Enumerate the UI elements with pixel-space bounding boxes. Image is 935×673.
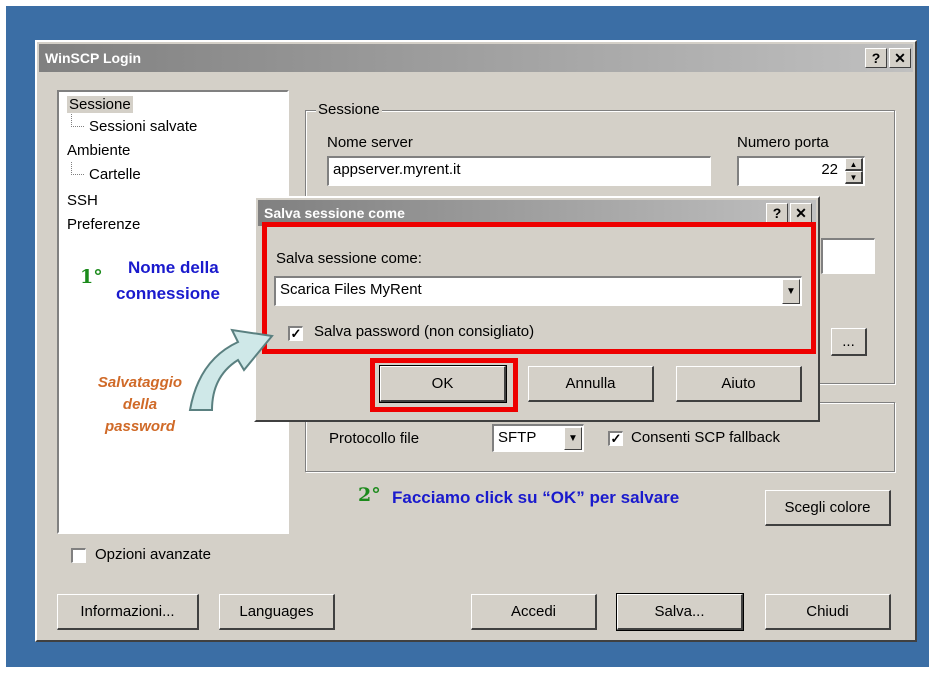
step1-text-line1: Nome della (128, 258, 219, 277)
save-password-checkbox[interactable]: ✓ (288, 326, 303, 341)
tree-item-preferenze[interactable]: Preferenze (67, 216, 140, 233)
step1-text-line2: connessione (116, 284, 220, 303)
close-dialog-button[interactable]: Chiudi (765, 594, 891, 630)
step2-number: 2° (358, 484, 381, 506)
protocol-select[interactable]: SFTP ▼ (492, 424, 584, 452)
close-button[interactable]: ✕ (889, 48, 911, 68)
protocol-label: Protocollo file (329, 430, 420, 447)
step2-text: Facciamo click su “OK” per salvare (392, 488, 680, 507)
server-label: Nome server (327, 134, 413, 151)
info-button[interactable]: Informazioni... (57, 594, 199, 630)
choose-color-button[interactable]: Scegli colore (765, 490, 891, 526)
help-dialog-button[interactable]: Aiuto (676, 366, 802, 402)
help-button[interactable]: ? (865, 48, 887, 68)
tree-item-ambiente[interactable]: Ambiente (67, 142, 130, 159)
ok-button[interactable]: OK (379, 365, 507, 403)
session-group-legend: Sessione (316, 101, 382, 118)
login-title: WinSCP Login (45, 50, 142, 66)
username-input[interactable] (821, 238, 875, 274)
chevron-down-icon[interactable]: ▼ (564, 427, 582, 450)
port-up-icon[interactable]: ▲ (845, 158, 863, 171)
password-note-line2: della (122, 396, 158, 413)
save-dialog-close-button[interactable]: ✕ (790, 203, 812, 223)
password-note-line3: password (104, 418, 176, 435)
login-button[interactable]: Accedi (471, 594, 597, 630)
password-note: Salvataggio della password (84, 372, 196, 438)
save-dialog-help-button[interactable]: ? (766, 203, 788, 223)
save-password-label: Salva password (non consigliato) (314, 323, 535, 340)
languages-button[interactable]: Languages (219, 594, 335, 630)
tree-item-cartelle[interactable]: Cartelle (71, 162, 141, 183)
tree-item-sessione[interactable]: Sessione (67, 96, 133, 113)
port-label: Numero porta (737, 134, 829, 151)
tree-item-sessioni-salvate[interactable]: Sessioni salvate (70, 114, 197, 135)
browse-key-button[interactable]: ... (831, 328, 867, 356)
password-note-line1: Salvataggio (97, 374, 183, 391)
cancel-button[interactable]: Annulla (528, 366, 654, 402)
save-dialog-title: Salva sessione come (264, 205, 405, 221)
session-name-combobox[interactable]: Scarica Files MyRent ▼ (274, 276, 802, 306)
step1-number: 1° (80, 266, 103, 288)
protocol-value: SFTP (498, 429, 537, 446)
advanced-options-checkbox[interactable] (71, 548, 86, 563)
port-down-icon[interactable]: ▼ (845, 171, 863, 184)
curved-arrow-icon (188, 328, 274, 411)
arrow-shape (188, 328, 274, 411)
session-name-value: Scarica Files MyRent (280, 281, 422, 298)
save-session-dialog: Salva sessione come ? ✕ Salva sessione c… (254, 196, 820, 422)
save-dialog-titlebar: Salva sessione come ? ✕ (258, 200, 816, 226)
login-titlebar: WinSCP Login ? ✕ (39, 44, 913, 72)
scp-fallback-checkbox[interactable]: ✓ (608, 431, 623, 446)
server-input[interactable]: appserver.myrent.it (327, 156, 711, 186)
save-button[interactable]: Salva... (616, 593, 744, 631)
tree-item-ssh[interactable]: SSH (67, 192, 98, 209)
scp-fallback-label: Consenti SCP fallback (631, 429, 780, 446)
chevron-down-icon[interactable]: ▼ (782, 279, 800, 304)
advanced-options-label: Opzioni avanzate (95, 546, 211, 563)
session-name-label: Salva sessione come: (276, 250, 422, 267)
